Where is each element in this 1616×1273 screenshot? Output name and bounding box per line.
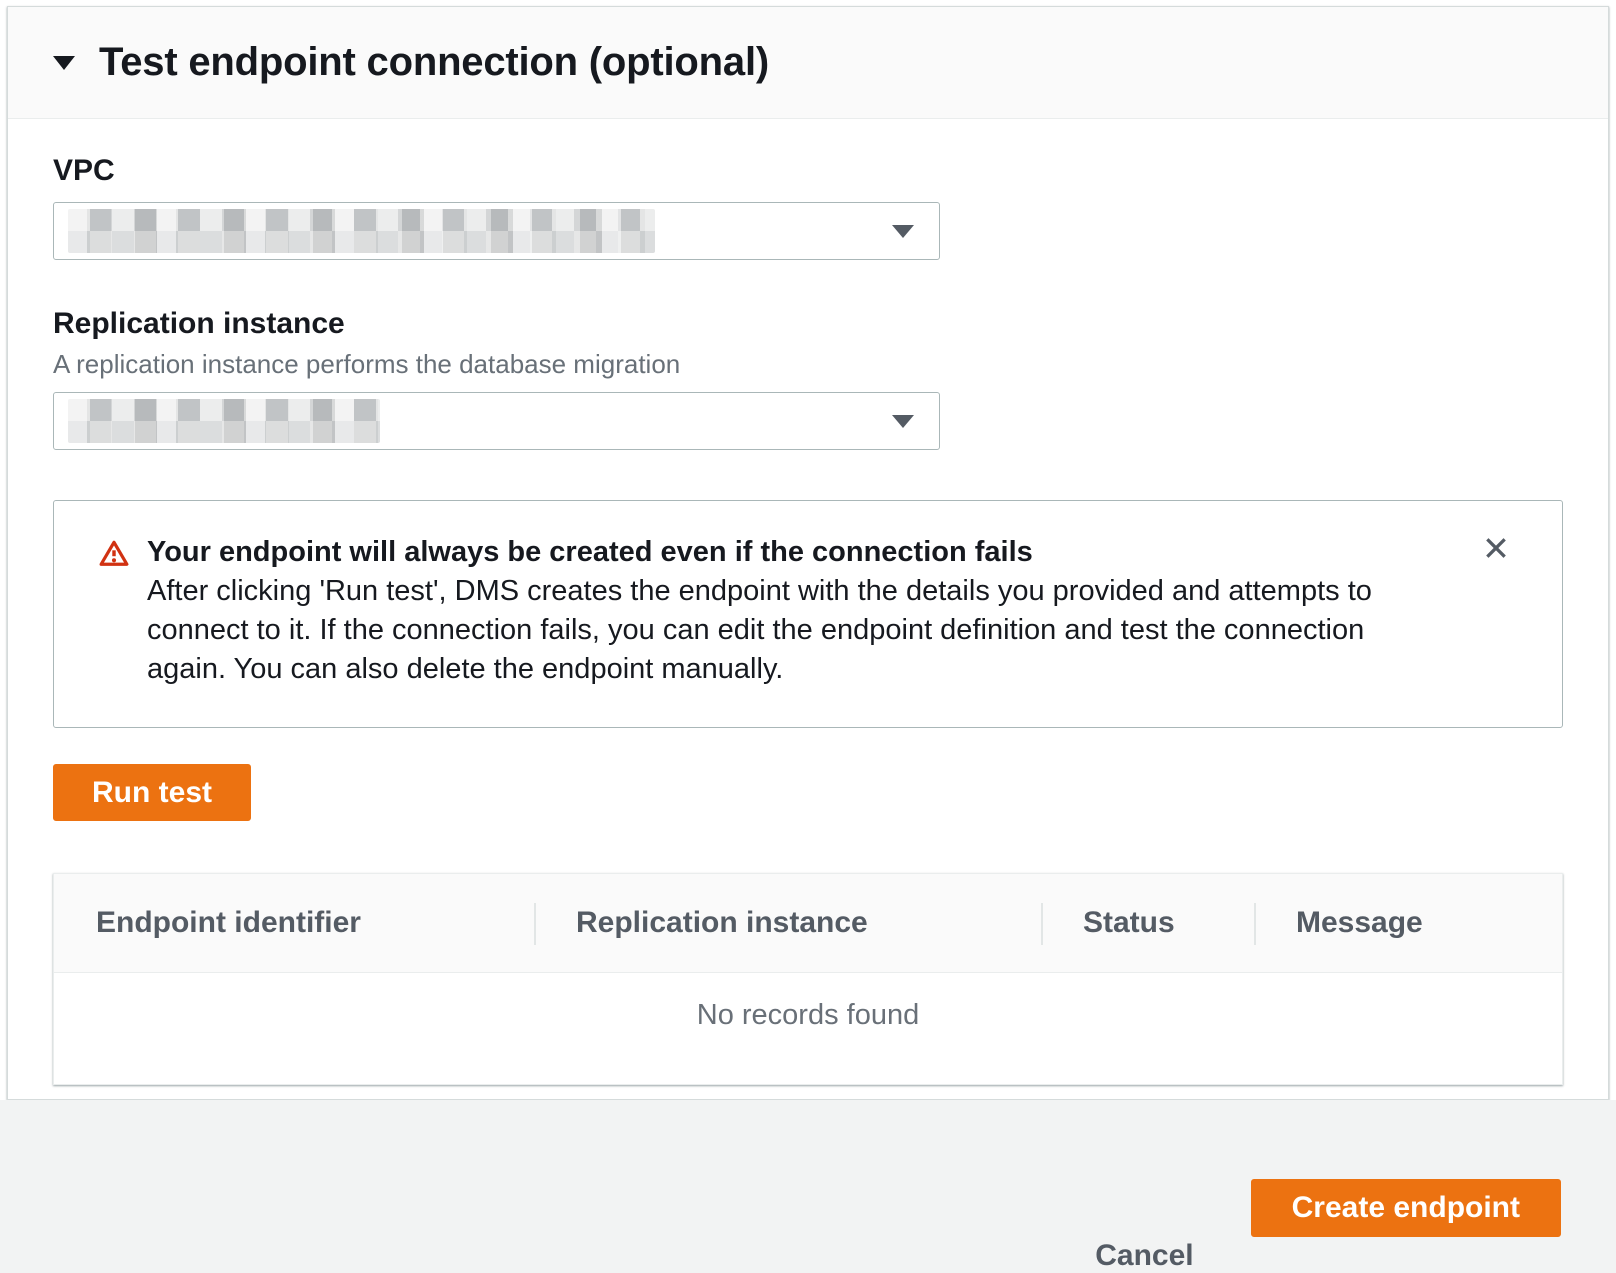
replication-instance-select[interactable] [53,392,940,450]
section-body: VPC Replication instance A replication i… [8,119,1608,1085]
column-header-endpoint-identifier: Endpoint identifier [54,874,534,972]
dismiss-warning-button[interactable] [1478,531,1514,567]
close-icon [1483,535,1509,564]
test-endpoint-connection-panel: Test endpoint connection (optional) VPC … [7,6,1609,1100]
caret-down-icon [892,415,914,428]
warning-alert: Your endpoint will always be created eve… [53,500,1563,728]
section-title: Test endpoint connection (optional) [99,40,769,85]
caret-down-icon [892,225,914,238]
warning-title: Your endpoint will always be created eve… [147,533,1417,572]
column-header-replication-instance: Replication instance [534,874,1041,972]
vpc-label: VPC [53,153,1563,189]
form-actions-footer: Cancel Create endpoint [0,1100,1616,1258]
vpc-field: VPC [53,153,1563,260]
cancel-button[interactable]: Cancel [1095,1239,1193,1273]
vpc-select[interactable] [53,202,940,260]
warning-triangle-icon [99,538,129,573]
replication-instance-description: A replication instance performs the data… [53,349,1563,379]
no-records-text: No records found [54,973,1562,1084]
replication-instance-field: Replication instance A replication insta… [53,306,1563,450]
table-header-row: Endpoint identifier Replication instance… [54,874,1562,973]
section-header-test-endpoint-connection[interactable]: Test endpoint connection (optional) [8,7,1608,119]
endpoint-test-results-table: Endpoint identifier Replication instance… [53,873,1563,1085]
warning-body: After clicking 'Run test', DMS creates t… [147,572,1417,689]
create-endpoint-button[interactable]: Create endpoint [1251,1179,1561,1237]
replication-instance-label: Replication instance [53,306,1563,342]
column-header-status: Status [1041,874,1254,972]
run-test-button[interactable]: Run test [53,764,251,821]
warning-content: Your endpoint will always be created eve… [147,533,1507,689]
column-header-message: Message [1254,874,1562,972]
replication-instance-selected-value-redacted [68,399,380,443]
caret-down-icon [53,56,75,70]
page-content: Test endpoint connection (optional) VPC … [0,0,1616,1100]
vpc-selected-value-redacted [68,209,655,253]
